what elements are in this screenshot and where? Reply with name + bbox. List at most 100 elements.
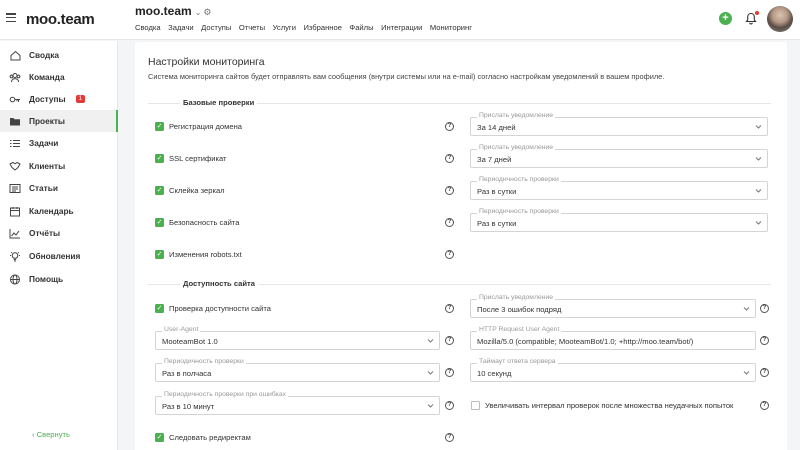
sidebar-item-label: Отчёты <box>29 228 61 238</box>
help-icon[interactable]: ? <box>445 336 454 345</box>
help-icon[interactable]: ? <box>445 368 454 377</box>
field-value: Раз в 10 минут <box>162 402 215 411</box>
project-title[interactable]: moo.team ⌄ ⚙ <box>135 4 211 18</box>
help-icon[interactable]: ? <box>445 433 454 442</box>
sidebar-item-reports[interactable]: Отчёты <box>0 222 118 244</box>
help-icon[interactable]: ? <box>760 304 769 313</box>
chevron-down-icon <box>755 221 762 225</box>
section-basic-checks: Базовые проверки <box>148 98 771 108</box>
calendar-icon <box>9 205 21 217</box>
field-value: Раз в сутки <box>477 219 517 228</box>
folder-icon <box>9 115 21 127</box>
help-icon[interactable]: ? <box>445 122 454 131</box>
sidebar-item-team[interactable]: Команда <box>0 66 118 88</box>
check-increase-interval[interactable]: Увеличивать интервал проверок после множ… <box>471 401 733 410</box>
field-value: Раз в полчаса <box>162 369 212 378</box>
tasks-icon <box>9 137 21 149</box>
check-label: Проверка доступности сайта <box>169 304 271 313</box>
section-availability: Доступность сайта <box>148 279 771 289</box>
nav-tab-favorites[interactable]: Избранное <box>303 23 341 32</box>
help-icon[interactable]: ? <box>445 218 454 227</box>
field-label: Прислать уведомление <box>477 144 556 151</box>
nav-tab-services[interactable]: Услуги <box>273 23 296 32</box>
chevron-down-icon <box>755 189 762 193</box>
check-frequency-select[interactable]: Периодичность проверки Раз в полчаса <box>155 358 440 382</box>
project-title-text: moo.team <box>135 4 192 18</box>
sidebar-item-label: Клиенты <box>29 161 66 171</box>
help-icon[interactable]: ? <box>445 250 454 259</box>
nav-tab-reports[interactable]: Отчеты <box>239 23 265 32</box>
nav-tab-files[interactable]: Файлы <box>349 23 373 32</box>
sidebar-item-label: Сводка <box>29 50 59 60</box>
check-label: Безопасность сайта <box>169 218 240 227</box>
sidebar-item-updates[interactable]: Обновления <box>0 245 118 267</box>
chevron-down-icon[interactable]: ⌄ <box>195 8 202 17</box>
domain-notify-select[interactable]: Прислать уведомление За 14 дней <box>470 112 768 136</box>
checkbox-checked-icon[interactable]: ✓ <box>155 186 164 195</box>
bell-icon[interactable] <box>745 11 759 25</box>
sidebar: Сводка Команда Доступы 1 Проекты Задачи … <box>0 41 118 450</box>
check-follow-redirects[interactable]: ✓ Следовать редиректам <box>155 433 251 442</box>
user-agent-select[interactable]: User-Agent MooteamBot 1.0 <box>155 326 440 350</box>
checkbox-checked-icon[interactable]: ✓ <box>155 154 164 163</box>
checkbox-checked-icon[interactable]: ✓ <box>155 304 164 313</box>
server-timeout-select[interactable]: Таймаут ответа сервера 10 секунд <box>470 358 756 382</box>
sidebar-item-access[interactable]: Доступы 1 <box>0 88 118 110</box>
help-icon[interactable]: ? <box>760 336 769 345</box>
ssl-notify-select[interactable]: Прислать уведомление За 7 дней <box>470 144 768 168</box>
checkbox-checked-icon[interactable]: ✓ <box>155 122 164 131</box>
field-label: Периодичность проверки <box>162 358 246 365</box>
check-site-security[interactable]: ✓ Безопасность сайта <box>155 218 239 227</box>
help-icon[interactable]: ? <box>445 401 454 410</box>
mirror-frequency-select[interactable]: Периодичность проверки Раз в сутки <box>470 176 768 200</box>
check-robots-changes[interactable]: ✓ Изменения robots.txt <box>155 250 242 259</box>
check-site-availability[interactable]: ✓ Проверка доступности сайта <box>155 304 271 313</box>
help-icon[interactable]: ? <box>445 304 454 313</box>
help-icon[interactable]: ? <box>760 401 769 410</box>
checkbox-unchecked-icon[interactable] <box>471 401 480 410</box>
project-nav: Сводка Задачи Доступы Отчеты Услуги Избр… <box>135 23 480 32</box>
field-label: User-Agent <box>162 326 201 333</box>
availability-notify-select[interactable]: Прислать уведомление После 3 ошибок подр… <box>470 294 756 318</box>
security-frequency-select[interactable]: Периодичность проверки Раз в сутки <box>470 208 768 232</box>
sidebar-item-help[interactable]: Помощь <box>0 268 118 290</box>
nav-tab-access[interactable]: Доступы <box>201 23 231 32</box>
collapse-sidebar-button[interactable]: ‹ Свернуть <box>32 430 70 439</box>
sidebar-item-calendar[interactable]: Календарь <box>0 200 118 222</box>
chevron-down-icon <box>755 157 762 161</box>
sidebar-item-projects[interactable]: Проекты <box>0 110 118 132</box>
chevron-down-icon <box>743 371 750 375</box>
help-icon[interactable]: ? <box>445 154 454 163</box>
field-label: HTTP Request User Agent <box>477 326 562 333</box>
sidebar-item-label: Доступы <box>29 94 66 104</box>
section-title: Доступность сайта <box>180 279 258 288</box>
checkbox-checked-icon[interactable]: ✓ <box>155 433 164 442</box>
sidebar-item-tasks[interactable]: Задачи <box>0 132 118 154</box>
nav-tab-integrations[interactable]: Интеграции <box>381 23 422 32</box>
field-label: Таймаут ответа сервера <box>477 358 558 365</box>
check-ssl-certificate[interactable]: ✓ SSL сертификат <box>155 154 227 163</box>
sidebar-item-svodka[interactable]: Сводка <box>0 44 118 66</box>
sidebar-item-articles[interactable]: Статьи <box>0 177 118 199</box>
help-icon[interactable]: ? <box>760 368 769 377</box>
field-label: Периодичность проверки при ошибках <box>162 391 289 398</box>
checkbox-checked-icon[interactable]: ✓ <box>155 250 164 259</box>
globe-icon <box>9 273 21 285</box>
field-value: MooteamBot 1.0 <box>162 337 218 346</box>
check-mirror-gluing[interactable]: ✓ Склейка зеркал <box>155 186 225 195</box>
http-user-agent-input[interactable]: HTTP Request User Agent Mozilla/5.0 (com… <box>470 326 756 350</box>
nav-tab-svodka[interactable]: Сводка <box>135 23 161 32</box>
plus-icon[interactable]: + <box>719 12 732 25</box>
nav-tab-tasks[interactable]: Задачи <box>168 23 194 32</box>
checkbox-checked-icon[interactable]: ✓ <box>155 218 164 227</box>
logo[interactable]: moo.team <box>26 11 95 28</box>
menu-icon[interactable] <box>6 13 16 23</box>
avatar[interactable] <box>767 6 793 32</box>
nav-tab-monitoring[interactable]: Мониторинг <box>430 23 472 32</box>
page-description: Система мониторинга сайтов будет отправл… <box>148 72 665 81</box>
check-domain-registration[interactable]: ✓ Регистрация домена <box>155 122 242 131</box>
error-frequency-select[interactable]: Периодичность проверки при ошибках Раз в… <box>155 391 440 415</box>
gear-icon[interactable]: ⚙ <box>203 7 211 17</box>
sidebar-item-clients[interactable]: Клиенты <box>0 155 118 177</box>
help-icon[interactable]: ? <box>445 186 454 195</box>
